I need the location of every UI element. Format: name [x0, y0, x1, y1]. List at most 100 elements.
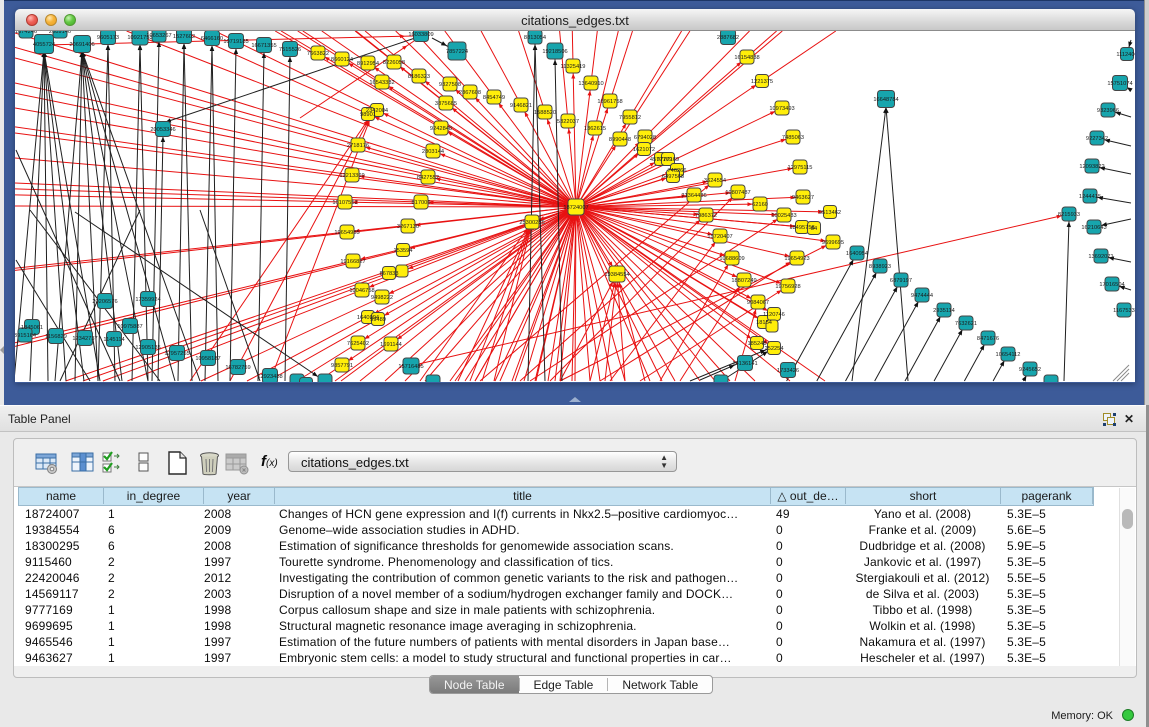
- svg-text:9463627: 9463627: [792, 195, 814, 201]
- svg-text:16961758: 16961758: [597, 99, 622, 105]
- svg-text:9777169: 9777169: [657, 157, 679, 163]
- svg-text:6466160: 6466160: [201, 36, 223, 42]
- svg-text:9513462: 9513462: [819, 210, 841, 216]
- svg-text:9699695: 9699695: [822, 240, 844, 246]
- svg-text:3875685: 3875685: [435, 101, 457, 107]
- svg-text:3915164: 3915164: [15, 333, 36, 339]
- svg-text:10653267: 10653267: [146, 33, 171, 39]
- svg-text:9227342: 9227342: [1086, 136, 1108, 142]
- svg-text:98901: 98901: [360, 112, 376, 118]
- svg-text:10958187: 10958187: [195, 356, 220, 362]
- svg-text:1167533: 1167533: [1113, 308, 1135, 314]
- svg-text:18807249: 18807249: [731, 278, 756, 284]
- svg-text:21364436: 21364436: [681, 193, 706, 199]
- svg-text:1120746: 1120746: [763, 312, 785, 318]
- svg-text:18724007: 18724007: [563, 205, 588, 211]
- svg-text:15751074: 15751074: [1107, 81, 1132, 87]
- svg-text:1640954: 1640954: [846, 251, 868, 257]
- svg-text:12093822: 12093822: [1079, 164, 1104, 170]
- svg-text:16107552: 16107552: [332, 200, 357, 206]
- svg-text:10046758: 10046758: [349, 288, 374, 294]
- svg-text:19166827: 19166827: [340, 259, 365, 265]
- svg-text:16154838: 16154838: [734, 55, 759, 61]
- svg-text:13640910: 13640910: [578, 81, 603, 87]
- svg-text:13692071: 13692071: [1088, 254, 1113, 260]
- svg-text:19654923: 19654923: [784, 256, 809, 262]
- svg-text:2718176: 2718176: [347, 143, 369, 149]
- svg-text:19384554: 19384554: [604, 272, 629, 278]
- svg-text:153594: 153594: [394, 248, 413, 254]
- svg-text:1244415: 1244415: [1079, 194, 1101, 200]
- svg-text:16782759: 16782759: [225, 365, 250, 371]
- svg-text:7515526: 7515526: [279, 47, 301, 53]
- svg-text:1674246: 1674246: [15, 31, 37, 35]
- svg-text:9605173: 9605173: [97, 35, 119, 41]
- svg-text:8938923: 8938923: [869, 264, 891, 270]
- svg-text:1845061: 1845061: [21, 325, 43, 331]
- svg-text:1112406: 1112406: [1116, 52, 1135, 58]
- svg-text:62160: 62160: [752, 202, 768, 208]
- svg-text:20053346: 20053346: [150, 127, 175, 133]
- svg-text:17359924: 17359924: [135, 297, 160, 303]
- svg-text:7857224: 7857224: [446, 49, 468, 55]
- svg-text:6879197: 6879197: [890, 278, 912, 284]
- svg-text:10719185: 10719185: [223, 39, 248, 45]
- svg-text:16543382: 16543382: [369, 80, 394, 86]
- svg-text:10973493: 10973493: [769, 106, 794, 112]
- svg-text:867833: 867833: [380, 271, 399, 277]
- svg-text:1691144: 1691144: [380, 342, 402, 348]
- svg-text:17016504: 17016504: [1099, 282, 1124, 288]
- svg-text:17957255: 17957255: [164, 351, 189, 357]
- svg-text:2887682: 2887682: [717, 35, 739, 41]
- svg-text:2867608: 2867608: [459, 90, 481, 96]
- svg-text:8226058: 8226058: [383, 60, 405, 66]
- svg-text:10975887: 10975887: [117, 324, 142, 330]
- svg-text:9084067: 9084067: [747, 300, 769, 306]
- svg-text:9245652: 9245652: [1019, 367, 1041, 373]
- svg-text:7632621: 7632621: [955, 321, 977, 327]
- svg-text:12923488: 12923488: [257, 374, 282, 380]
- svg-text:20206576: 20206576: [92, 299, 117, 305]
- svg-text:7485063: 7485063: [782, 135, 804, 141]
- svg-text:8471676: 8471676: [977, 336, 999, 342]
- svg-text:10807487: 10807487: [725, 190, 750, 196]
- svg-text:19756928: 19756928: [775, 284, 800, 290]
- svg-text:16033809: 16033809: [408, 32, 433, 38]
- svg-text:10654112: 10654112: [996, 352, 1021, 358]
- svg-text:9146821: 9146821: [510, 103, 532, 109]
- svg-text:7955812: 7955812: [619, 115, 641, 121]
- svg-text:9474444: 9474444: [911, 293, 933, 299]
- svg-text:8186323: 8186323: [408, 74, 430, 80]
- svg-text:8215933: 8215933: [1058, 212, 1080, 218]
- svg-text:8813054: 8813054: [524, 35, 546, 41]
- svg-text:19218506: 19218506: [542, 49, 567, 55]
- svg-text:16671355: 16671355: [251, 43, 276, 49]
- svg-text:7986372: 7986372: [695, 213, 717, 219]
- svg-text:9242848: 9242848: [430, 126, 452, 132]
- svg-text:11325419: 11325419: [561, 64, 586, 70]
- svg-text:14136141: 14136141: [732, 361, 757, 367]
- svg-text:7663822: 7663822: [307, 51, 329, 57]
- svg-text:252254: 252254: [765, 346, 784, 352]
- svg-text:2089140: 2089140: [49, 31, 71, 35]
- svg-text:19654985: 19654985: [334, 230, 359, 236]
- svg-text:8454749: 8454749: [483, 95, 505, 101]
- svg-text:10025433: 10025433: [771, 213, 796, 219]
- svg-text:25300285: 25300285: [519, 220, 544, 226]
- svg-text:4055724: 4055724: [33, 42, 55, 48]
- svg-text:6794028: 6794028: [634, 135, 656, 141]
- svg-text:1145114: 1145114: [103, 337, 124, 343]
- svg-text:18154: 18154: [756, 320, 772, 326]
- svg-text:1733426: 1733426: [777, 368, 799, 374]
- svg-text:1221375: 1221375: [751, 79, 773, 85]
- svg-text:84: 84: [811, 226, 817, 232]
- svg-text:1588520: 1588520: [534, 110, 556, 116]
- svg-text:1527602: 1527602: [173, 34, 195, 40]
- svg-text:20691406: 20691406: [69, 42, 94, 48]
- svg-text:8912954: 8912954: [357, 61, 379, 67]
- svg-text:9327508: 9327508: [439, 82, 461, 88]
- svg-text:16648784: 16648784: [873, 97, 898, 103]
- svg-text:12975115: 12975115: [788, 165, 813, 171]
- svg-text:6497568: 6497568: [662, 174, 684, 180]
- svg-text:1621072: 1621072: [633, 147, 655, 153]
